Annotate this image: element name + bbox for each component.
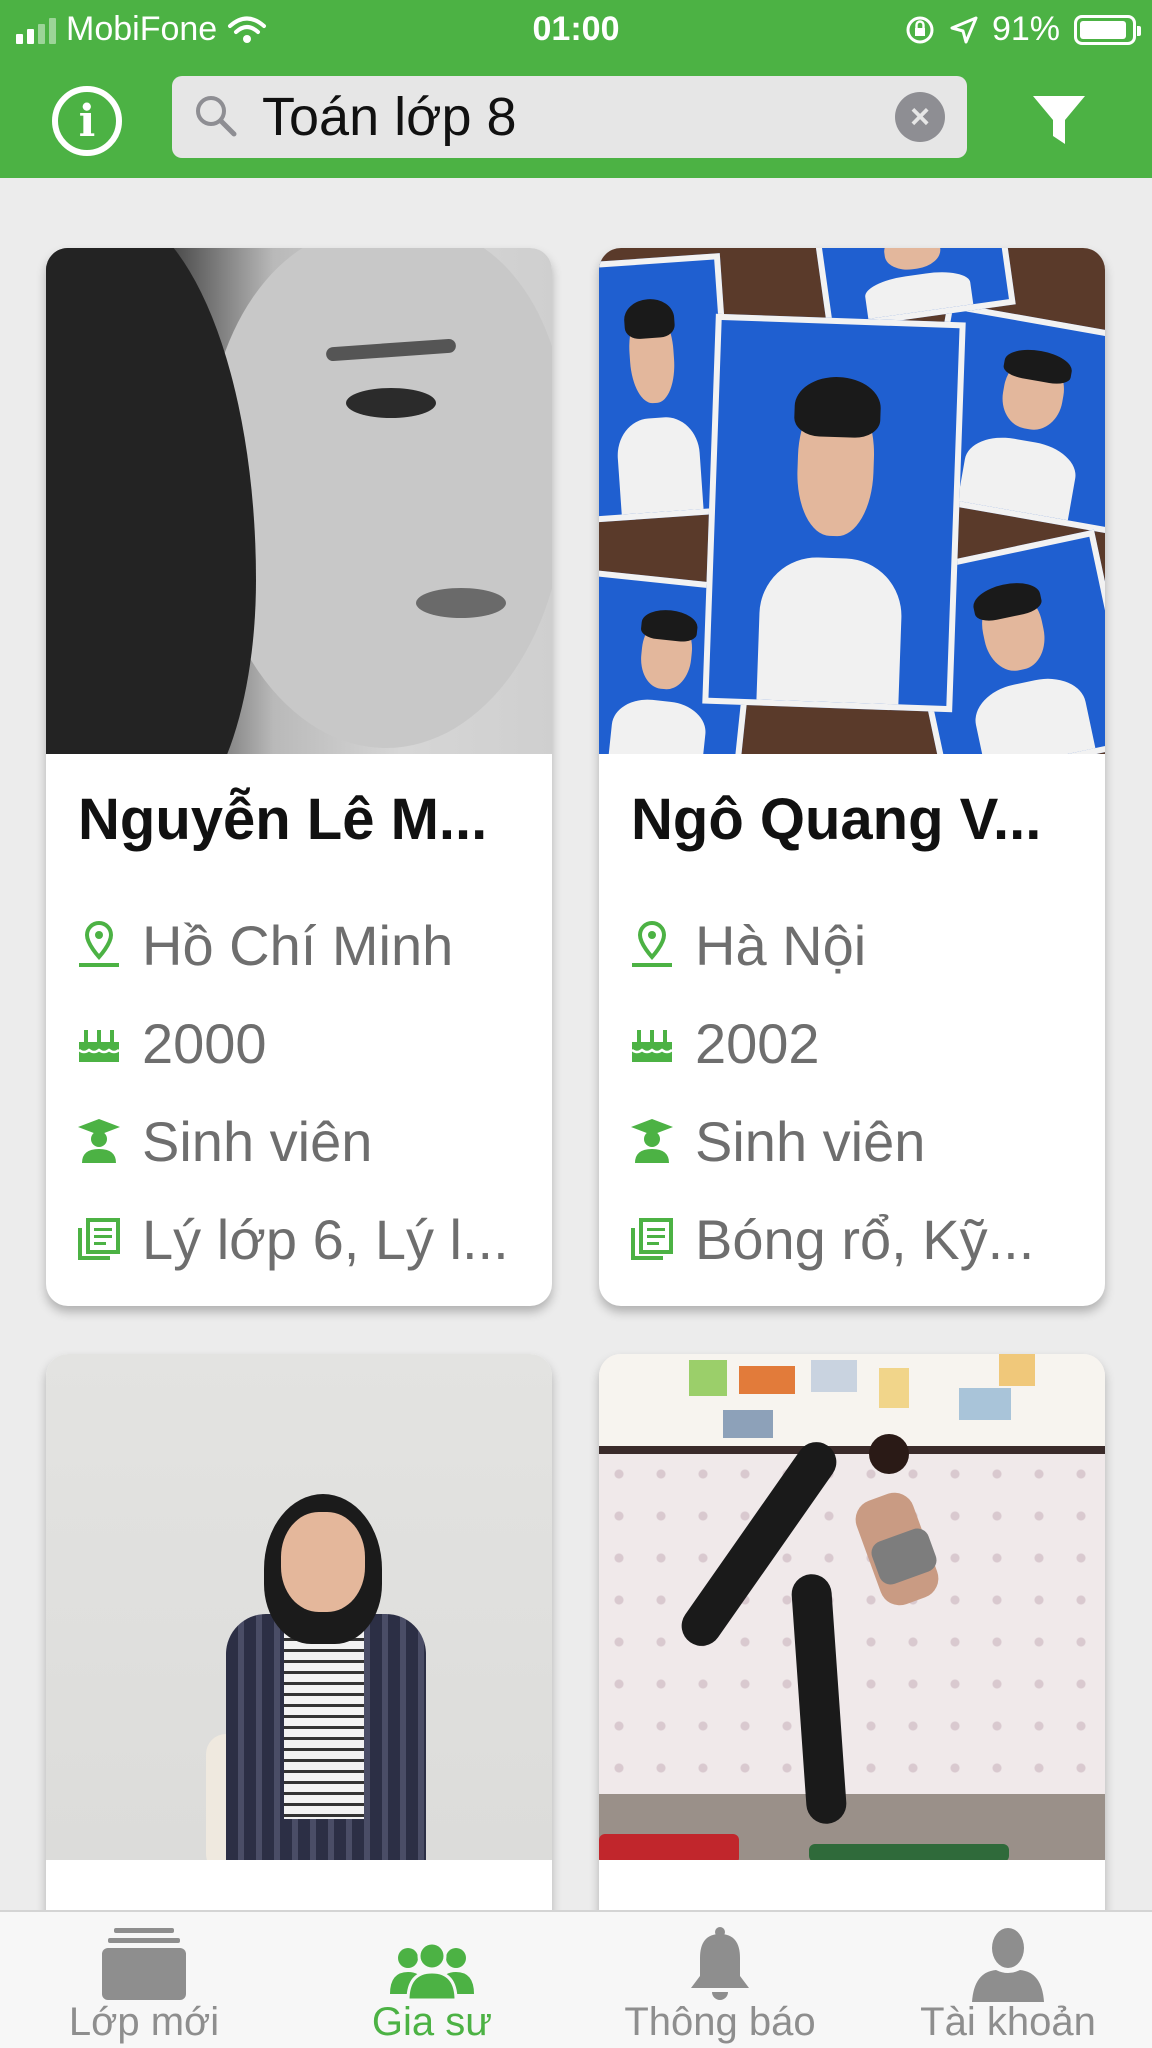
tab-bar: Lớp mới Gia sư Thông báo Tài khoản: [0, 1910, 1152, 2048]
search-input[interactable]: [262, 86, 842, 148]
battery-percent: 91%: [991, 10, 1060, 48]
tab-gia-su[interactable]: Gia sư: [288, 1912, 576, 2048]
tutor-subjects-row: Lý lớp 6, Lý l...: [76, 1204, 526, 1274]
tutors-icon: [390, 1942, 474, 2002]
tutor-name: Ngô Quang V...: [631, 787, 1042, 852]
app-header: MobiFone 01:00 91% i Toán lớp 8 ×: [0, 0, 1152, 178]
status-bar: MobiFone 01:00 91%: [0, 0, 1152, 58]
tutor-birth-year-row: 2000: [76, 1008, 526, 1078]
tutor-location-row: Hà Nội: [629, 910, 1079, 980]
tutor-name: Nguyễn Lê M...: [78, 787, 488, 852]
tab-label: Thông báo: [624, 2000, 816, 2044]
battery-icon: [1074, 14, 1141, 45]
search-bar[interactable]: ×: [172, 76, 967, 158]
location-pin-icon: [632, 920, 672, 967]
bell-icon: [691, 1927, 749, 2000]
tutor-birth-year: 2002: [695, 1011, 820, 1075]
tutor-birth-year-row: 2002: [629, 1008, 1079, 1078]
graduate-icon: [631, 1119, 673, 1163]
tutor-card[interactable]: Nguyễn Lê M... Hồ Chí Minh 2000 Sinh viê…: [46, 248, 552, 1306]
tutor-photo: [599, 1354, 1105, 1860]
birthday-cake-icon: [78, 1030, 120, 1062]
classes-icon: [102, 1928, 186, 2000]
tutor-card[interactable]: Ngô Quang V... Hà Nội 2002 Sinh viên Bón…: [599, 248, 1105, 1306]
tutor-occupation-row: Sinh viên: [629, 1106, 1079, 1176]
tutor-photo: [46, 248, 552, 754]
tab-tai-khoan[interactable]: Tài khoản: [864, 1912, 1152, 2048]
clear-icon: ×: [910, 97, 930, 136]
info-button[interactable]: i: [52, 86, 122, 156]
subjects-book-icon: [631, 1218, 673, 1260]
tutor-photo: [599, 248, 1105, 754]
tutor-subjects-row: Bóng rổ, Kỹ...: [629, 1204, 1079, 1274]
tutor-subjects: Lý lớp 6, Lý l...: [142, 1207, 509, 1271]
tutor-location: Hồ Chí Minh: [142, 913, 454, 977]
info-icon: i: [78, 95, 96, 147]
tab-lop-moi[interactable]: Lớp mới: [0, 1912, 288, 2048]
clear-search-button[interactable]: ×: [895, 92, 945, 142]
tutor-card[interactable]: [46, 1354, 552, 1954]
graduate-icon: [78, 1119, 120, 1163]
location-arrow-icon: [950, 16, 978, 43]
subjects-book-icon: [78, 1218, 120, 1260]
filter-icon[interactable]: [1030, 92, 1088, 150]
birthday-cake-icon: [631, 1030, 673, 1062]
tutor-subjects: Bóng rổ, Kỹ...: [695, 1207, 1035, 1271]
tutor-location: Hà Nội: [695, 913, 867, 977]
tutor-occupation: Sinh viên: [142, 1109, 373, 1173]
tutor-photo: [46, 1354, 552, 1860]
tutor-occupation-row: Sinh viên: [76, 1106, 526, 1176]
orientation-lock-icon: [906, 16, 934, 43]
tab-label: Tài khoản: [920, 2000, 1096, 2044]
location-pin-icon: [79, 920, 119, 967]
tab-thong-bao[interactable]: Thông báo: [576, 1912, 864, 2048]
tutor-occupation: Sinh viên: [695, 1109, 926, 1173]
tab-label: Lớp mới: [68, 2000, 220, 2044]
tab-label: Gia sư: [371, 2000, 493, 2044]
tutor-birth-year: 2000: [142, 1011, 267, 1075]
account-icon: [972, 1928, 1044, 2002]
tutor-location-row: Hồ Chí Minh: [76, 910, 526, 980]
tutor-card[interactable]: [599, 1354, 1105, 1954]
search-icon: [196, 96, 237, 137]
